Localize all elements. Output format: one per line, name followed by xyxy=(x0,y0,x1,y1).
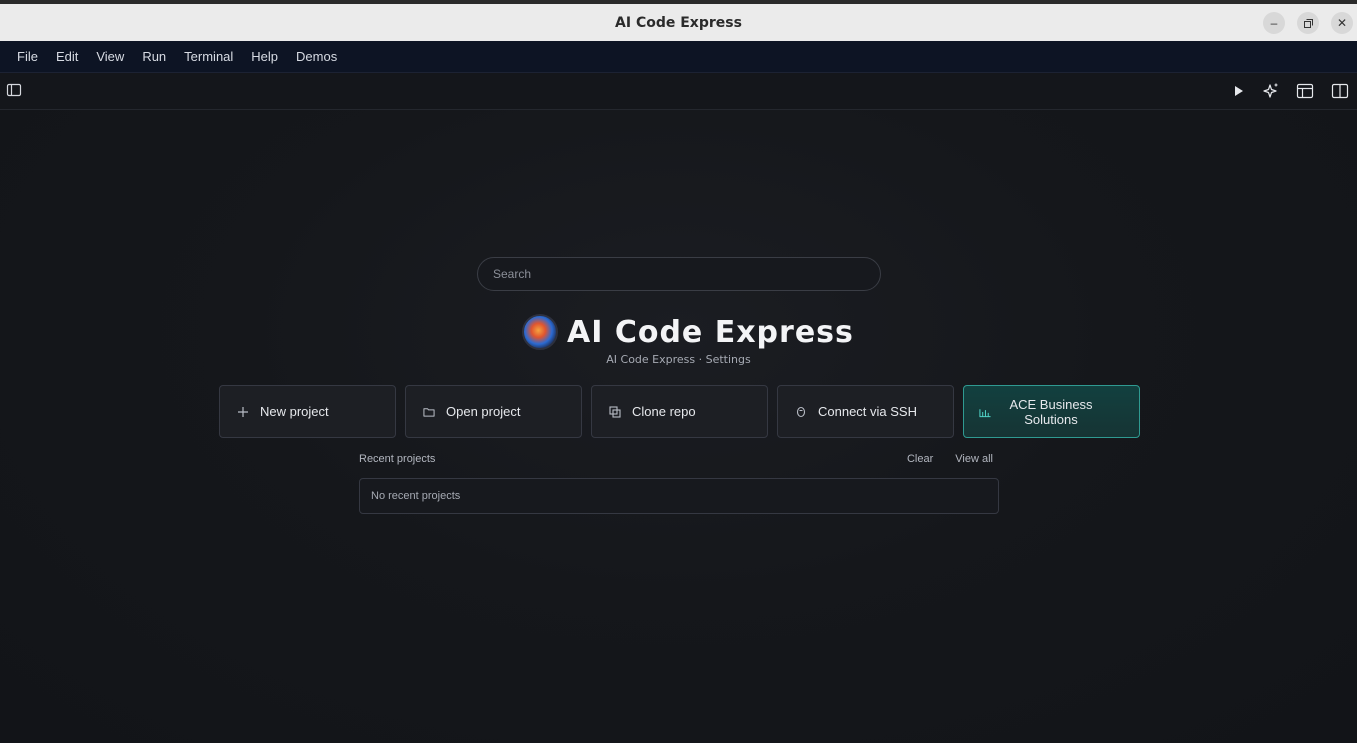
minimize-icon[interactable]: – xyxy=(1263,12,1285,34)
restore-icon[interactable] xyxy=(1297,12,1319,34)
empty-state-text: No recent projects xyxy=(371,490,461,502)
recent-projects-header: Recent projects Clear View all xyxy=(359,453,999,469)
recent-projects-label: Recent projects xyxy=(359,453,436,465)
connect-ssh-label: Connect via SSH xyxy=(818,404,917,419)
app-name: AI Code Express xyxy=(567,314,854,350)
quick-actions: New project Open project Clone repo Conn… xyxy=(219,385,1140,438)
bar-chart-icon xyxy=(979,406,991,418)
menu-bar: File Edit View Run Terminal Help Demos xyxy=(0,41,1357,73)
ssh-link-icon xyxy=(795,406,807,418)
connect-ssh-button[interactable]: Connect via SSH xyxy=(777,385,954,438)
menu-view[interactable]: View xyxy=(88,49,132,64)
ace-business-solutions-button[interactable]: ACE Business Solutions xyxy=(963,385,1140,438)
split-view-icon[interactable] xyxy=(1331,82,1349,100)
search-input[interactable] xyxy=(477,257,881,291)
menu-terminal[interactable]: Terminal xyxy=(176,49,241,64)
clone-repo-label: Clone repo xyxy=(632,404,696,419)
layout-icon[interactable] xyxy=(1296,82,1314,100)
folder-icon xyxy=(423,406,435,418)
clone-repo-button[interactable]: Clone repo xyxy=(591,385,768,438)
window-controls: – ✕ xyxy=(1263,12,1353,34)
brand-header: AI Code Express xyxy=(522,312,854,352)
copy-icon xyxy=(609,405,621,418)
menu-file[interactable]: File xyxy=(9,49,46,64)
window-titlebar: AI Code Express – ✕ xyxy=(0,0,1357,41)
new-project-label: New project xyxy=(260,404,329,419)
recent-projects-list: No recent projects xyxy=(359,478,999,514)
ace-business-solutions-label: ACE Business Solutions xyxy=(1009,396,1093,427)
welcome-screen: AI Code Express AI Code Express · Settin… xyxy=(0,110,1357,743)
menu-demos[interactable]: Demos xyxy=(288,49,345,64)
ai-sparkle-icon[interactable] xyxy=(1262,82,1280,100)
open-project-label: Open project xyxy=(446,404,521,419)
toolbar xyxy=(0,73,1357,110)
menu-edit[interactable]: Edit xyxy=(48,49,86,64)
menu-run[interactable]: Run xyxy=(134,49,174,64)
menu-help[interactable]: Help xyxy=(243,49,286,64)
close-icon[interactable]: ✕ xyxy=(1331,12,1353,34)
brand-subtitle: AI Code Express · Settings xyxy=(606,353,751,366)
open-project-button[interactable]: Open project xyxy=(405,385,582,438)
toggle-sidebar-icon[interactable] xyxy=(6,82,24,100)
app-logo-icon xyxy=(522,314,558,350)
run-icon[interactable] xyxy=(1229,82,1247,100)
clear-recent-link[interactable]: Clear xyxy=(907,453,933,465)
plus-icon xyxy=(237,406,249,418)
view-all-link[interactable]: View all xyxy=(955,453,993,465)
new-project-button[interactable]: New project xyxy=(219,385,396,438)
window-title: AI Code Express xyxy=(615,14,742,31)
